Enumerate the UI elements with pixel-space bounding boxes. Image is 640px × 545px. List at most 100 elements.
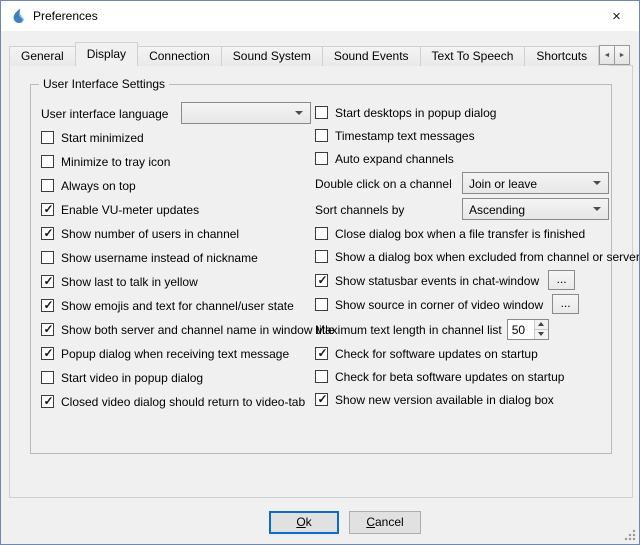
checkbox-icon [41, 179, 54, 192]
tab-scroll-left-icon[interactable]: ◄ [599, 45, 615, 65]
checkbox-close-on-file-transfer[interactable]: Close dialog box when a file transfer is… [315, 222, 609, 245]
checkbox-label: Minimize to tray icon [61, 154, 170, 169]
checkbox-icon [315, 227, 328, 240]
checkbox-label: Start desktops in popup dialog [335, 105, 496, 120]
checkbox-label: Closed video dialog should return to vid… [61, 394, 305, 409]
resize-grip[interactable] [624, 529, 636, 541]
checkbox-label: Popup dialog when receiving text message [61, 346, 289, 361]
ok-button[interactable]: Ok [269, 511, 339, 534]
sort-channels-combobox[interactable]: Ascending [462, 198, 609, 220]
tab-general[interactable]: General [9, 46, 76, 66]
cancel-button[interactable]: Cancel [349, 511, 421, 534]
checkbox-desktops-popup[interactable]: Start desktops in popup dialog [315, 101, 609, 124]
double-click-combobox[interactable]: Join or leave [462, 172, 609, 194]
user-interface-settings-group: User Interface Settings User interface l… [30, 84, 612, 454]
chevron-down-icon [295, 111, 303, 115]
checkbox-show-user-count[interactable]: Show number of users in channel [41, 221, 311, 245]
right-column: Start desktops in popup dialog Timestamp… [315, 101, 609, 411]
tab-scroll-right-icon[interactable]: ► [614, 45, 630, 65]
checkbox-video-return-tab[interactable]: Closed video dialog should return to vid… [41, 389, 311, 413]
checkbox-vu-meter-updates[interactable]: Enable VU-meter updates [41, 197, 311, 221]
tab-sound-events[interactable]: Sound Events [322, 46, 421, 66]
checkbox-software-updates[interactable]: Check for software updates on startup [315, 342, 609, 365]
close-icon[interactable]: × [594, 1, 639, 31]
spin-up-icon[interactable] [535, 320, 548, 330]
checkbox-icon[interactable] [315, 274, 328, 287]
tab-scroller: ◄ ► [599, 45, 630, 65]
language-row: User interface language [41, 101, 311, 125]
checkbox-emojis-text-state[interactable]: Show emojis and text for channel/user st… [41, 293, 311, 317]
checkbox-icon [41, 299, 54, 312]
tab-shortcuts[interactable]: Shortcuts [524, 46, 599, 66]
double-click-row: Double click on a channel Join or leave [315, 170, 609, 196]
checkbox-icon [315, 106, 328, 119]
checkbox-label: Show emojis and text for channel/user st… [61, 298, 294, 313]
checkbox-icon [315, 129, 328, 142]
sort-channels-row: Sort channels by Ascending [315, 196, 609, 222]
preferences-dialog: Preferences × User Interface Settings Us… [0, 0, 640, 545]
group-title: User Interface Settings [39, 77, 169, 91]
checkbox-icon [315, 250, 328, 263]
checkbox-icon [41, 275, 54, 288]
checkbox-excluded-dialog[interactable]: Show a dialog box when excluded from cha… [315, 245, 609, 268]
language-combobox[interactable] [181, 102, 311, 124]
checkbox-icon [315, 393, 328, 406]
checkbox-label: Show statusbar events in chat-window [335, 273, 539, 288]
checkbox-icon [41, 203, 54, 216]
checkbox-icon [41, 227, 54, 240]
video-source-row: Show source in corner of video window ..… [315, 292, 609, 316]
tab-sound-system[interactable]: Sound System [221, 46, 323, 66]
checkbox-label: Start video in popup dialog [61, 370, 203, 385]
checkbox-icon [41, 131, 54, 144]
tab-bar: General Display Connection Sound System … [9, 42, 609, 66]
max-text-length-label: Maximum text length in channel list [315, 322, 502, 337]
checkbox-beta-updates[interactable]: Check for beta software updates on start… [315, 365, 609, 388]
statusbar-events-more-button[interactable]: ... [548, 270, 575, 290]
checkbox-timestamp-messages[interactable]: Timestamp text messages [315, 124, 609, 147]
checkbox-icon [41, 347, 54, 360]
tab-page-display: User Interface Settings User interface l… [9, 65, 633, 498]
checkbox-minimize-to-tray[interactable]: Minimize to tray icon [41, 149, 311, 173]
checkbox-icon [41, 323, 54, 336]
checkbox-label: Check for software updates on startup [335, 346, 538, 361]
left-column: User interface language Start minimized … [41, 101, 311, 413]
double-click-value: Join or leave [469, 176, 587, 191]
sort-channels-value: Ascending [469, 202, 587, 217]
checkbox-label: Auto expand channels [335, 151, 454, 166]
checkbox-popup-text-message[interactable]: Popup dialog when receiving text message [41, 341, 311, 365]
checkbox-icon [315, 347, 328, 360]
max-text-length-spinner[interactable]: 50 [507, 319, 549, 340]
language-value [188, 113, 289, 114]
spin-down-icon[interactable] [535, 330, 548, 339]
checkbox-icon[interactable] [315, 298, 328, 311]
checkbox-label: Close dialog box when a file transfer is… [335, 226, 585, 241]
spinner-arrows [534, 320, 548, 339]
checkbox-label: Show number of users in channel [61, 226, 239, 241]
checkbox-auto-expand-channels[interactable]: Auto expand channels [315, 147, 609, 170]
checkbox-label: Show source in corner of video window [335, 297, 543, 312]
checkbox-last-talk-yellow[interactable]: Show last to talk in yellow [41, 269, 311, 293]
checkbox-icon [41, 395, 54, 408]
statusbar-events-row: Show statusbar events in chat-window ... [315, 268, 609, 292]
tab-connection[interactable]: Connection [137, 46, 222, 66]
checkbox-server-channel-in-title[interactable]: Show both server and channel name in win… [41, 317, 311, 341]
window-title: Preferences [33, 9, 98, 23]
checkbox-video-popup[interactable]: Start video in popup dialog [41, 365, 311, 389]
checkbox-icon [41, 155, 54, 168]
checkbox-label: Show both server and channel name in win… [61, 322, 335, 337]
checkbox-label: Enable VU-meter updates [61, 202, 199, 217]
checkbox-label: Show new version available in dialog box [335, 392, 554, 407]
video-source-more-button[interactable]: ... [552, 294, 579, 314]
checkbox-start-minimized[interactable]: Start minimized [41, 125, 311, 149]
cancel-button-label: Cancel [366, 515, 403, 529]
chevron-down-icon [593, 207, 601, 211]
checkbox-show-username[interactable]: Show username instead of nickname [41, 245, 311, 269]
checkbox-label: Show username instead of nickname [61, 250, 258, 265]
titlebar[interactable]: Preferences × [1, 1, 639, 31]
checkbox-always-on-top[interactable]: Always on top [41, 173, 311, 197]
tab-display[interactable]: Display [75, 42, 138, 66]
checkbox-new-version-dialog[interactable]: Show new version available in dialog box [315, 388, 609, 411]
checkbox-icon [41, 251, 54, 264]
chevron-down-icon [593, 181, 601, 185]
tab-text-to-speech[interactable]: Text To Speech [420, 46, 526, 66]
